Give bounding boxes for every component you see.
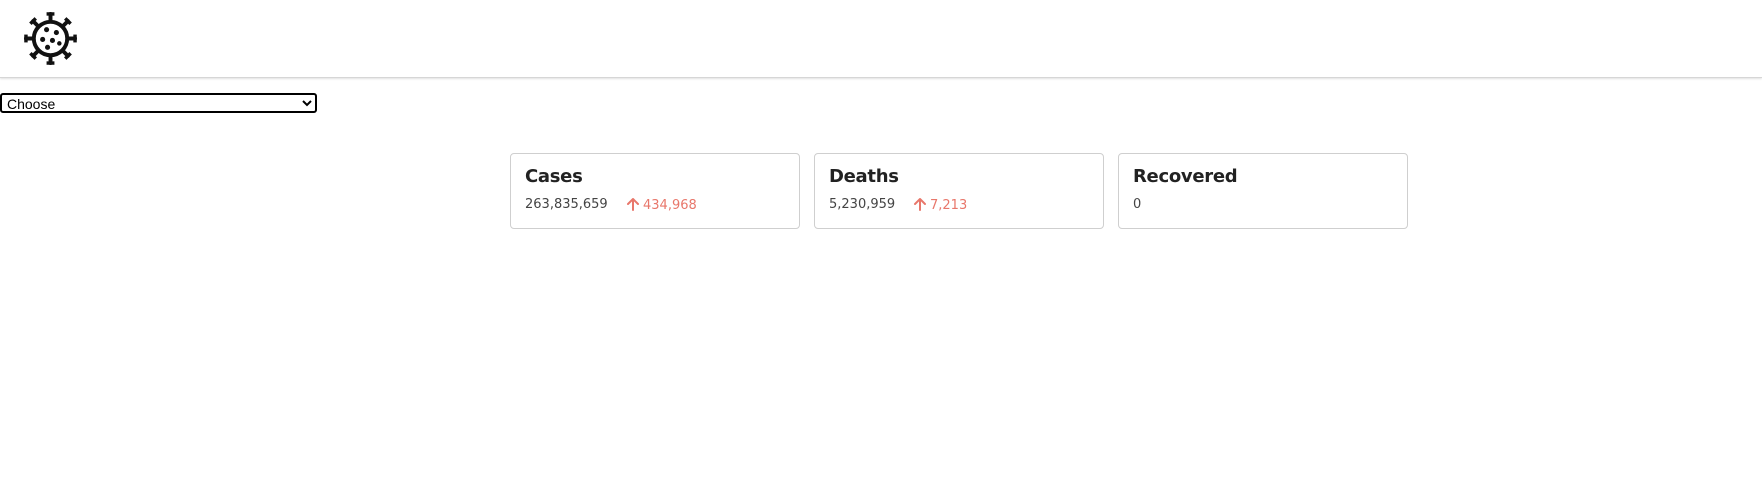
cases-card: Cases 263,835,659 434,968 (510, 153, 800, 229)
cases-delta: 434,968 (626, 197, 697, 213)
recovered-total: 0 (1133, 197, 1142, 212)
deaths-delta-value: 7,213 (930, 198, 968, 213)
virus-icon (23, 11, 78, 66)
arrow-up-icon (914, 198, 926, 211)
recovered-title: Recovered (1133, 166, 1238, 187)
arrow-up-icon (627, 198, 639, 211)
deaths-card: Deaths 5,230,959 7,213 (814, 153, 1104, 229)
deaths-delta: 7,213 (913, 197, 967, 213)
app-header (0, 0, 1762, 78)
country-select[interactable]: Choose (0, 93, 317, 113)
recovered-card: Recovered 0 (1118, 153, 1408, 229)
deaths-title: Deaths (829, 166, 899, 187)
cases-total: 263,835,659 (525, 197, 608, 212)
cases-delta-value: 434,968 (643, 198, 697, 213)
deaths-total: 5,230,959 (829, 197, 896, 212)
cases-title: Cases (525, 166, 583, 187)
